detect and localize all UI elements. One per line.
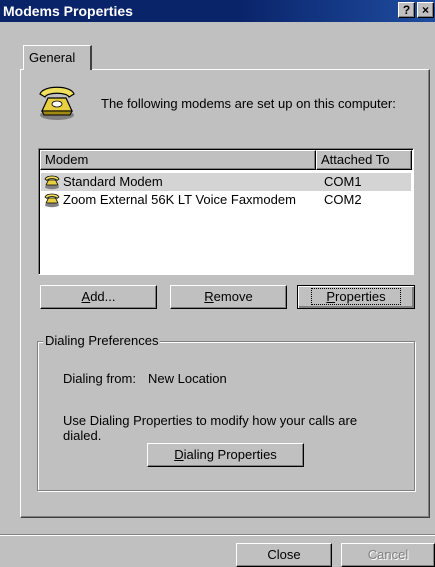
properties-button-label: roperties [335,289,386,304]
intro-text: The following modems are set up on this … [101,96,396,111]
modem-port: COM1 [324,174,362,189]
dialing-from-value: New Location [148,371,227,386]
dialing-help-line1: Use Dialing Properties to modify how you… [63,413,358,428]
close-button[interactable]: Close [236,543,332,567]
add-button-accesskey: A [81,289,91,304]
list-item[interactable]: Standard Modem COM1 [41,173,411,191]
remove-button-label: emove [213,289,253,304]
modem-name: Standard Modem [63,174,163,189]
add-button[interactable]: Add... [40,285,157,309]
window-title: Modems Properties [3,3,133,19]
footer-divider [0,534,435,536]
tab-general[interactable]: General [23,45,92,70]
tab-general-label: General [29,50,76,65]
column-header-attached-to[interactable]: Attached To [316,150,412,170]
modem-icon [44,193,60,208]
dialing-button-label: ialing Properties [183,447,277,462]
title-bar[interactable]: Modems Properties ? × [0,0,435,22]
phone-icon [39,86,75,120]
add-button-label: dd... [90,289,116,304]
focus-rect: Properties [311,288,401,305]
modem-port: COM2 [324,192,362,207]
cancel-button[interactable]: Cancel [341,543,435,567]
column-header-modem[interactable]: Modem [40,150,316,170]
remove-button-accesskey: R [204,289,214,304]
properties-button-accesskey: P [326,289,336,304]
dialing-from-label: Dialing from: [63,371,136,386]
help-button[interactable]: ? [398,2,415,18]
remove-button[interactable]: Remove [170,285,287,309]
dialing-properties-button[interactable]: Dialing Properties [147,443,304,467]
close-window-button[interactable]: × [417,2,434,18]
modem-icon [44,175,60,190]
modem-list[interactable]: Modem Attached To Standard Modem COM1 Zo… [38,148,414,275]
dialing-help-line2: dialed. [63,428,102,443]
dialing-button-accesskey: D [174,447,184,462]
dialing-preferences-label: Dialing Preferences [43,333,161,348]
properties-button[interactable]: Properties [297,285,415,309]
list-item[interactable]: Zoom External 56K LT Voice Faxmodem COM2 [41,191,411,209]
modem-name: Zoom External 56K LT Voice Faxmodem [63,192,296,207]
